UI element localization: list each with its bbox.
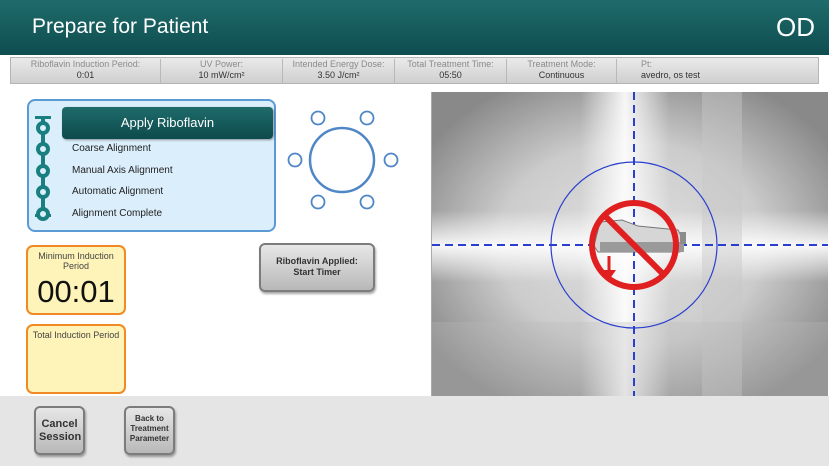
camera-image bbox=[432, 92, 828, 396]
param-treatment-mode: Treatment Mode: Continuous bbox=[507, 59, 617, 83]
step-dot-automatic-alignment bbox=[36, 185, 50, 199]
step-rail-top-cap bbox=[35, 116, 51, 119]
eye-indicator: OD bbox=[776, 12, 815, 42]
step-dot-manual-axis-alignment bbox=[36, 164, 50, 178]
page-title: Prepare for Patient bbox=[32, 15, 209, 38]
param-energy-dose: Intended Energy Dose: 3.50 J/cm² bbox=[283, 59, 395, 83]
param-induction-period: Riboflavin Induction Period: 0:01 bbox=[11, 59, 161, 83]
step-dot-alignment-complete bbox=[36, 207, 50, 221]
cancel-session-button[interactable]: Cancel Session bbox=[34, 406, 85, 455]
minimum-induction-period-value: 00:01 bbox=[37, 274, 115, 309]
param-treatment-time: Total Treatment Time: 05:50 bbox=[395, 59, 507, 83]
step-manual-axis-alignment: Manual Axis Alignment bbox=[72, 165, 173, 176]
step-progress-panel: Apply Riboflavin Coarse Alignment Manual… bbox=[27, 99, 276, 232]
step-automatic-alignment: Automatic Alignment bbox=[72, 186, 164, 197]
step-alignment-complete: Alignment Complete bbox=[72, 208, 163, 219]
param-uv-power: UV Power: 10 mW/cm² bbox=[161, 59, 283, 83]
app-window: Prepare for Patient OD Riboflavin Induct… bbox=[0, 0, 829, 466]
active-step-apply-riboflavin: Apply Riboflavin bbox=[62, 107, 273, 139]
camera-view bbox=[431, 92, 828, 396]
step-dot-apply-riboflavin bbox=[36, 121, 50, 135]
back-to-treatment-parameter-button[interactable]: Back to Treatment Parameter bbox=[124, 406, 175, 455]
step-dot-coarse-alignment bbox=[36, 142, 50, 156]
start-timer-button[interactable]: Riboflavin Applied: Start Timer bbox=[259, 243, 375, 292]
total-induction-period-box: Total Induction Period bbox=[26, 324, 126, 394]
param-patient: Pt: avedro, os test bbox=[641, 59, 701, 80]
minimum-induction-period-label: Minimum Induction Period bbox=[38, 251, 114, 271]
minimum-induction-period-box: Minimum Induction Period 00:01 bbox=[26, 245, 126, 315]
treatment-parameters-bar: Riboflavin Induction Period: 0:01 UV Pow… bbox=[10, 57, 819, 84]
step-coarse-alignment: Coarse Alignment bbox=[72, 143, 151, 154]
total-induction-period-label: Total Induction Period bbox=[32, 330, 120, 340]
alignment-ring-icon bbox=[287, 110, 399, 210]
header-bar: Prepare for Patient OD bbox=[0, 0, 829, 55]
